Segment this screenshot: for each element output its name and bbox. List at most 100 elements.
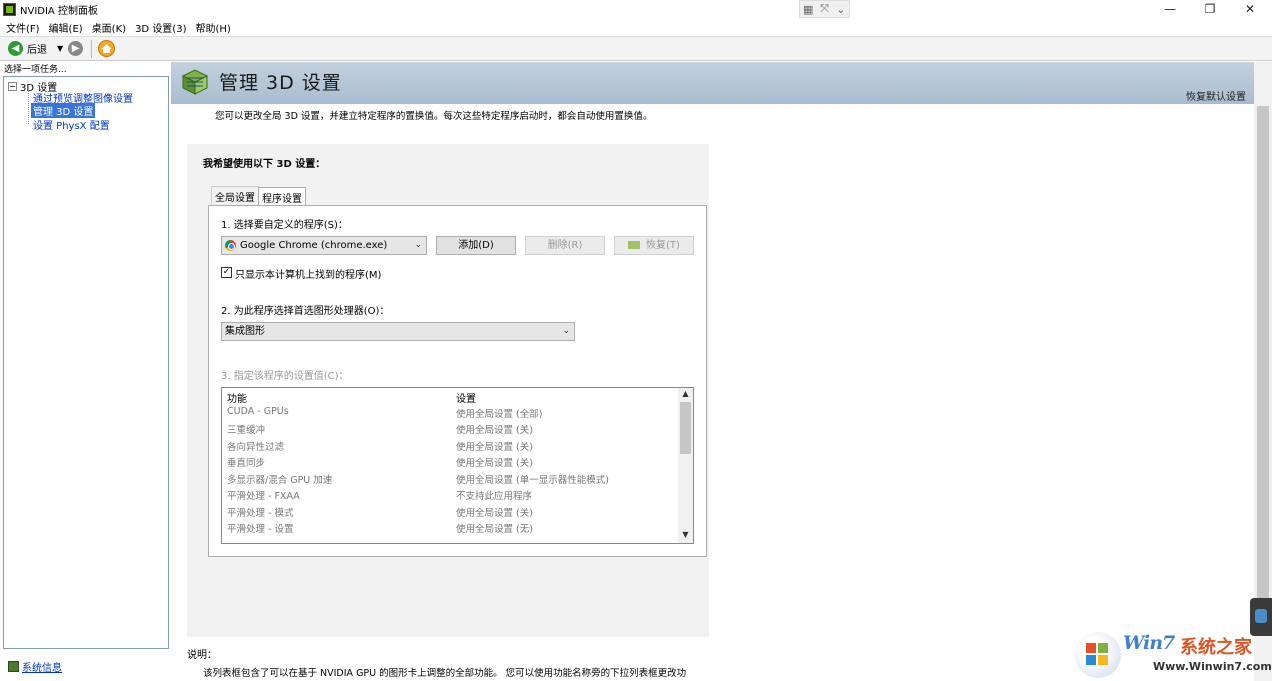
notes-label: 说明： xyxy=(187,646,217,661)
setting-cell: 使用全局设置 (关) xyxy=(456,505,533,519)
home-icon[interactable] xyxy=(98,40,115,57)
tree-item-manage-3d-settings[interactable]: 管理 3D 设置 xyxy=(31,103,95,118)
scroll-up-icon[interactable]: ▲ xyxy=(678,389,693,398)
table-row[interactable]: 平滑处理 - 模式 使用全局设置 (关) xyxy=(222,504,678,520)
collapse-icon[interactable]: − xyxy=(8,82,17,91)
feature-cell: 平滑处理 - 设置 xyxy=(227,521,293,535)
close-button[interactable]: ✕ xyxy=(1230,0,1270,19)
window-title: NVIDIA 控制面板 xyxy=(20,2,98,17)
settings-tabs: 全局设置 程序设置 xyxy=(211,186,305,206)
table-row[interactable]: 平滑处理 - 设置 使用全局设置 (无) xyxy=(222,520,678,536)
settings-panel: 我希望使用以下 3D 设置： 全局设置 程序设置 1. 选择要自定义的程序(S)… xyxy=(187,144,709,637)
setting-cell: 不支持此应用程序 xyxy=(456,488,532,502)
feature-cell: 各向异性过滤 xyxy=(227,439,284,453)
remove-program-button[interactable]: 删除(R) xyxy=(525,236,605,255)
title-bar: NVIDIA 控制面板 ▦ ⤧ ⌄ — ❐ ✕ xyxy=(0,0,1272,19)
toolbar: ◀ 后退 ▼ ▶ xyxy=(0,36,1272,61)
list-scrollbar[interactable]: ▲ ▼ xyxy=(678,388,693,543)
resize-icon[interactable]: ⤧ xyxy=(816,2,832,16)
column-header-feature[interactable]: 功能 xyxy=(227,390,247,405)
restore-defaults-link[interactable]: 恢复默认设置 xyxy=(1186,88,1246,103)
table-row[interactable]: 三重缓冲 使用全局设置 (关) xyxy=(222,421,678,437)
feature-cell: 三重缓冲 xyxy=(227,422,265,436)
system-info[interactable]: 系统信息 xyxy=(8,659,62,674)
back-button[interactable]: 后退 xyxy=(27,41,47,56)
program-select-value: Google Chrome (chrome.exe) xyxy=(240,237,387,254)
column-header-setting[interactable]: 设置 xyxy=(456,390,476,405)
tree-connector xyxy=(28,90,29,124)
content-pane: 管理 3D 设置 恢复默认设置 您可以更改全局 3D 设置，并建立特定程序的置换… xyxy=(171,62,1272,681)
program-settings-body: 1. 选择要自定义的程序(S)： Google Chrome (chrome.e… xyxy=(208,205,707,557)
scroll-down-icon[interactable]: ▼ xyxy=(678,530,693,539)
chevron-down-icon[interactable]: ⌄ xyxy=(833,3,849,16)
menu-bar: 文件(F) 编辑(E) 桌面(K) 3D 设置(3) 帮助(H) xyxy=(0,19,1272,36)
toolbar-divider xyxy=(91,40,92,58)
setting-cell: 使用全局设置 (单一显示器性能模式) xyxy=(456,472,609,486)
table-row[interactable]: 多显示器/混合 GPU 加速 使用全局设置 (单一显示器性能模式) xyxy=(222,471,678,487)
tree-item-physx-config[interactable]: 设置 PhysX 配置 xyxy=(31,117,112,132)
chevron-down-icon: ⌄ xyxy=(562,323,570,340)
menu-desktop[interactable]: 桌面(K) xyxy=(92,20,126,35)
gpu-select-value: 集成图形 xyxy=(225,323,265,340)
content-scroll-thumb[interactable] xyxy=(1257,106,1269,626)
forward-arrow-icon[interactable]: ▶ xyxy=(68,41,83,56)
tab-global-settings[interactable]: 全局设置 xyxy=(211,186,259,206)
table-row[interactable]: 垂直同步 使用全局设置 (关) xyxy=(222,454,678,470)
task-tree: − 3D 设置 通过预览调整图像设置 管理 3D 设置 设置 PhysX 配置 xyxy=(3,76,169,649)
task-pane-header: 选择一项任务... xyxy=(0,62,170,75)
minimize-button[interactable]: — xyxy=(1150,0,1190,19)
maximize-button[interactable]: ❐ xyxy=(1190,0,1230,19)
setting-cell: 使用全局设置 (关) xyxy=(456,439,533,453)
nvidia-icon xyxy=(628,241,640,249)
table-row[interactable]: CUDA - GPUs 使用全局设置 (全部) xyxy=(222,405,678,421)
program-select[interactable]: Google Chrome (chrome.exe) ⌄ xyxy=(221,236,427,255)
tab-program-settings[interactable]: 程序设置 xyxy=(258,187,306,206)
page-title: 管理 3D 设置 xyxy=(219,68,342,95)
step1-label: 1. 选择要自定义的程序(S)： xyxy=(221,216,348,231)
step3-label: 3. 指定该程序的设置值(C)： xyxy=(221,367,349,382)
page-banner: 管理 3D 设置 恢复默认设置 xyxy=(171,62,1254,104)
page-intro-text: 您可以更改全局 3D 设置，并建立特定程序的置换值。每次这些特定程序启动时，都会… xyxy=(215,108,652,122)
3d-cube-icon xyxy=(179,66,211,98)
restore-program-label: 恢复(T) xyxy=(646,240,680,251)
feature-cell: 多显示器/混合 GPU 加速 xyxy=(227,472,332,486)
menu-edit[interactable]: 编辑(E) xyxy=(49,20,83,35)
menu-3d-settings[interactable]: 3D 设置(3) xyxy=(135,20,186,35)
snap-layout-widget[interactable]: ▦ ⤧ ⌄ xyxy=(799,0,850,18)
setting-cell: 使用全局设置 (关) xyxy=(456,455,533,469)
chrome-icon xyxy=(225,240,236,251)
watermark-cn: 系统之家 xyxy=(1180,633,1252,659)
table-row[interactable]: 平滑处理 - FXAA 不支持此应用程序 xyxy=(222,487,678,503)
windows-logo-icon xyxy=(1075,632,1121,678)
feature-cell: CUDA - GPUs xyxy=(227,406,289,417)
setting-cell: 使用全局设置 (关) xyxy=(456,422,533,436)
system-info-link[interactable]: 系统信息 xyxy=(22,659,62,674)
grid-icon[interactable]: ▦ xyxy=(800,3,816,16)
settings-list[interactable]: 功能 设置 CUDA - GPUs使用全局设置 (全部) 三重缓冲使用全局设置 … xyxy=(221,387,694,544)
feature-cell: 平滑处理 - 模式 xyxy=(227,505,293,519)
chevron-down-icon: ⌄ xyxy=(414,237,422,254)
content-scrollbar[interactable] xyxy=(1254,62,1272,681)
list-scroll-thumb[interactable] xyxy=(680,402,691,454)
table-row[interactable]: 各向异性过滤 使用全局设置 (关) xyxy=(222,438,678,454)
setting-cell: 使用全局设置 (全部) xyxy=(456,406,542,420)
back-arrow-icon[interactable]: ◀ xyxy=(8,41,23,56)
show-local-programs-label[interactable]: 只显示本计算机上找到的程序(M) xyxy=(235,266,381,281)
feature-cell: 垂直同步 xyxy=(227,455,265,469)
history-dropdown-icon[interactable]: ▼ xyxy=(57,44,63,53)
watermark-brand: Win7 xyxy=(1123,632,1174,654)
restore-program-button[interactable]: 恢复(T) xyxy=(614,236,694,255)
step2-label: 2. 为此程序选择首选图形处理器(O)： xyxy=(221,302,389,317)
add-program-button[interactable]: 添加(D) xyxy=(436,236,516,255)
menu-file[interactable]: 文件(F) xyxy=(6,20,40,35)
watermark-url: Www.Winwin7.com xyxy=(1153,660,1272,673)
watermark: Win7 系统之家 Www.Winwin7.com xyxy=(1075,630,1270,680)
menu-help[interactable]: 帮助(H) xyxy=(195,20,230,35)
system-info-icon xyxy=(8,661,19,672)
panel-title: 我希望使用以下 3D 设置： xyxy=(203,155,325,170)
gpu-select[interactable]: 集成图形 ⌄ xyxy=(221,322,575,341)
setting-cell: 使用全局设置 (无) xyxy=(456,521,533,535)
notes-text: 该列表框包含了可以在基于 NVIDIA GPU 的图形卡上调整的全部功能。 您可… xyxy=(203,665,713,679)
show-local-programs-checkbox[interactable]: ✓ xyxy=(221,267,232,278)
feature-cell: 平滑处理 - FXAA xyxy=(227,488,300,502)
